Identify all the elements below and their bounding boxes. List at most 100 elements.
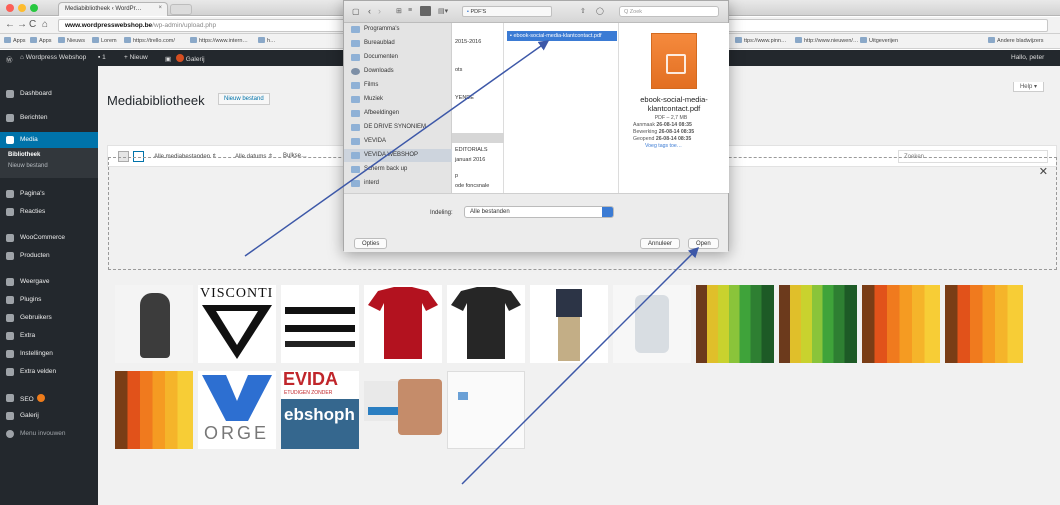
media-thumbnail[interactable] <box>447 371 525 449</box>
sidebar-item-reacties[interactable]: Reacties <box>0 204 98 220</box>
new-content-link[interactable]: + Nieuw <box>124 54 148 61</box>
list-view-icon[interactable]: ≡ <box>408 7 412 14</box>
sidebar-item-galerij[interactable]: Galerij <box>0 408 98 424</box>
bookmark-item[interactable]: Apps <box>4 37 26 44</box>
close-window-icon[interactable] <box>6 4 14 12</box>
sidebar-item-gebruikers[interactable]: Gebruikers <box>0 310 98 326</box>
sidebar-location[interactable]: VEVIDA <box>344 135 452 148</box>
wordpress-logo-icon[interactable]: Ⓦ <box>6 54 13 64</box>
folder-entry-selected[interactable] <box>452 133 504 143</box>
submenu-nieuw-bestand[interactable]: Nieuw bestand <box>0 163 98 169</box>
submenu-bibliotheek[interactable]: Bibliotheek <box>0 152 98 158</box>
browser-tab[interactable]: Mediabibliotheek ‹ WordPr… × <box>58 2 168 16</box>
folder-entry[interactable]: ots <box>455 67 462 73</box>
reload-icon[interactable]: C <box>29 19 36 30</box>
options-button[interactable]: Opties <box>354 238 388 249</box>
sidebar-item-berichten[interactable]: Berichten <box>0 110 98 126</box>
share-icon[interactable]: ⇧ <box>580 7 586 15</box>
collapse-menu-button[interactable]: Menu invouwen <box>0 426 98 442</box>
folder-path-dropdown[interactable]: ▪ PDF'S <box>462 6 552 17</box>
tag-icon[interactable]: ◯ <box>596 7 604 15</box>
media-thumbnail[interactable] <box>364 285 442 363</box>
cancel-button[interactable]: Annuleer <box>640 238 681 249</box>
back-icon[interactable]: ‹ <box>368 6 371 16</box>
media-thumbnail[interactable]: VISCONTI <box>198 285 276 363</box>
sidebar-item-paginas[interactable]: Pagina's <box>0 186 98 202</box>
arrange-icon[interactable]: ▤▾ <box>438 7 448 15</box>
bookmark-item[interactable]: Andere bladwijzers <box>988 37 1043 44</box>
sidebar-item-weergave[interactable]: Weergave <box>0 274 98 290</box>
bookmark-item[interactable]: http://www.nieuwen/… <box>795 37 858 44</box>
site-name-link[interactable]: ⌂ Wordpress Webshop <box>20 54 86 61</box>
sidebar-location[interactable]: DE DRIVE SYNONIEM <box>344 121 452 134</box>
sidebar-item-producten[interactable]: Producten <box>0 248 98 264</box>
forward-icon[interactable]: › <box>378 6 381 16</box>
home-icon[interactable]: ⌂ <box>42 19 48 30</box>
bookmark-item[interactable]: h… <box>258 37 276 44</box>
media-thumbnail[interactable] <box>281 285 359 363</box>
media-thumbnail[interactable] <box>447 285 525 363</box>
comments-link[interactable]: ▪ 1 <box>98 54 106 61</box>
folder-entry[interactable]: 2015-2016 <box>455 39 481 45</box>
open-button[interactable]: Open <box>688 238 719 249</box>
sidebar-location[interactable]: Afbeeldingen <box>344 107 452 120</box>
sidebar-item-extra-velden[interactable]: Extra velden <box>0 364 98 380</box>
close-icon[interactable]: ✕ <box>1039 165 1048 178</box>
add-new-button[interactable]: Nieuw bestand <box>218 93 270 105</box>
sidebar-location[interactable]: Downloads <box>344 65 452 78</box>
admin-galerij-link[interactable]: ▣ Galerij <box>165 54 205 63</box>
icon-view-icon[interactable]: ⊞ <box>396 7 402 15</box>
sidebar-item-extra[interactable]: Extra <box>0 328 98 344</box>
media-thumbnail[interactable] <box>862 285 940 363</box>
sidebar-location[interactable]: Bureaublad <box>344 37 452 50</box>
bookmark-item[interactable]: Lorem <box>92 37 117 44</box>
media-thumbnail[interactable] <box>364 371 442 449</box>
media-thumbnail[interactable] <box>696 285 774 363</box>
sidebar-location-selected[interactable]: VEVIDA WEBSHOP <box>344 149 452 162</box>
sidebar-item-media[interactable]: Media <box>0 132 98 148</box>
sidebar-location[interactable]: Documenten <box>344 51 452 64</box>
sidebar-item-plugins[interactable]: Plugins <box>0 292 98 308</box>
bookmark-item[interactable]: Uitgeverijen <box>860 37 898 44</box>
zoom-window-icon[interactable] <box>30 4 38 12</box>
folder-entry[interactable]: EDITORIALS <box>455 147 488 153</box>
back-icon[interactable]: ← <box>5 19 15 30</box>
folder-entry[interactable]: januari 2016 <box>455 157 485 163</box>
selected-file-row[interactable]: ▪ ebook-social-media-klantcontact.pdf <box>507 31 617 41</box>
sidebar-item-seo[interactable]: SEO <box>0 390 98 406</box>
new-tab-button[interactable] <box>170 4 192 15</box>
media-thumbnail[interactable] <box>115 371 193 449</box>
forward-icon[interactable]: → <box>17 19 27 30</box>
media-thumbnail[interactable] <box>115 285 193 363</box>
bookmark-item[interactable]: https://trello.com/ <box>124 37 175 44</box>
media-thumbnail[interactable] <box>613 285 691 363</box>
dialog-search-field[interactable]: Q Zoek <box>619 6 719 17</box>
sidebar-location[interactable]: interd <box>344 177 452 190</box>
sidebar-item-woocommerce[interactable]: WooCommerce <box>0 230 98 246</box>
media-thumbnail[interactable]: ORGE <box>198 371 276 449</box>
add-tags-link[interactable]: Voeg tags toe… <box>645 143 723 150</box>
media-thumbnail[interactable] <box>779 285 857 363</box>
sidebar-item-instellingen[interactable]: Instellingen <box>0 346 98 362</box>
bookmark-item[interactable]: ttps://www.pinn… <box>735 37 787 44</box>
folder-entry[interactable]: ode foncsnale <box>455 183 489 189</box>
close-tab-icon[interactable]: × <box>158 5 162 11</box>
bookmark-item[interactable]: Apps <box>30 37 52 44</box>
bookmark-item[interactable]: https://www.intern… <box>190 37 248 44</box>
column-view-icon[interactable] <box>420 6 431 16</box>
minimize-window-icon[interactable] <box>18 4 26 12</box>
help-tab[interactable]: Help ▾ <box>1012 82 1044 92</box>
media-thumbnail[interactable] <box>530 285 608 363</box>
format-select[interactable]: Alle bestanden <box>464 206 614 218</box>
sidebar-location[interactable]: Muziek <box>344 93 452 106</box>
sidebar-location[interactable]: Programma's <box>344 23 452 36</box>
sidebar-location[interactable]: Films <box>344 79 452 92</box>
sidebar-toggle-icon[interactable]: ▢ <box>352 7 360 16</box>
media-thumbnail[interactable]: EVIDA ETUDIGEN ZONDER ebshoph <box>281 371 359 449</box>
sidebar-location[interactable]: Scherm back up <box>344 163 452 176</box>
bookmark-item[interactable]: Nieuws <box>58 37 85 44</box>
folder-entry[interactable]: p <box>455 173 458 179</box>
media-thumbnail[interactable] <box>945 285 1023 363</box>
sidebar-item-dashboard[interactable]: Dashboard <box>0 86 98 102</box>
folder-entry[interactable]: YENDE <box>455 95 474 101</box>
